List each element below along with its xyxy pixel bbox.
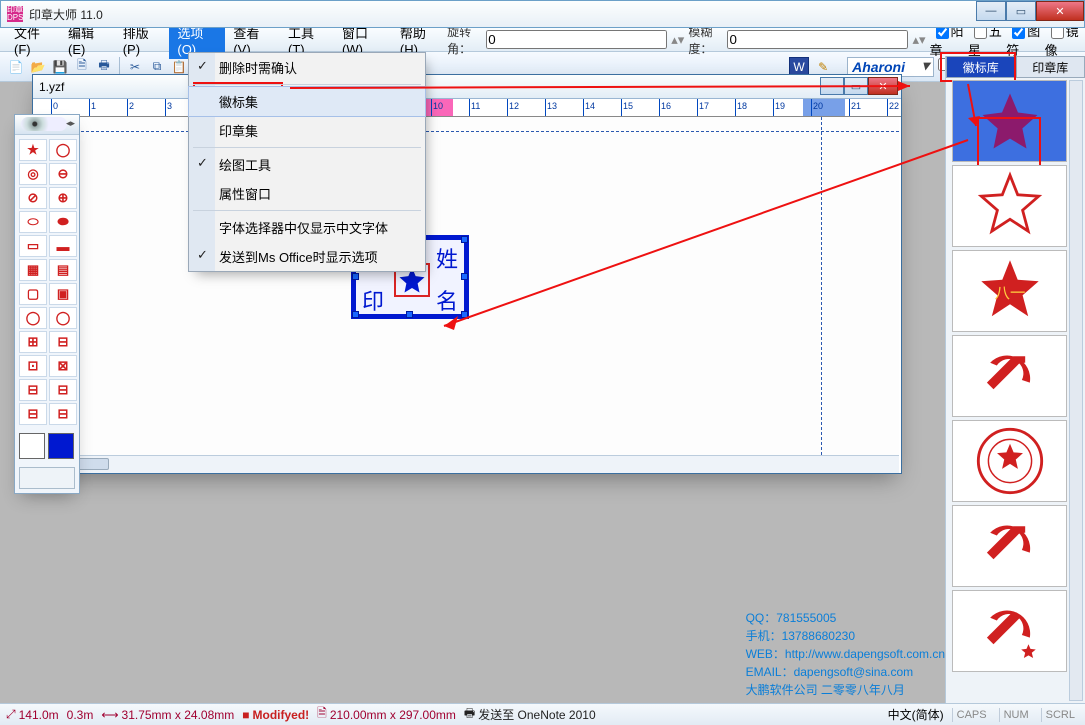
tool-rect[interactable]: ▭ — [19, 235, 47, 257]
tool-c4[interactable]: ⊕ — [49, 187, 77, 209]
hammer-sickle-icon — [977, 343, 1043, 409]
gallery-item-1[interactable] — [952, 80, 1067, 162]
tool-c6[interactable]: ◯ — [49, 307, 77, 329]
annotation-redbox-tabs — [940, 52, 1016, 82]
mi-stamp-set[interactable]: 印章集 — [189, 116, 425, 145]
doc-h-scrollbar[interactable] — [51, 455, 899, 473]
ruler-horizontal[interactable]: 012345678910111213141516171819202122 — [33, 99, 901, 117]
window-maximize-button[interactable]: ▭ — [1006, 1, 1036, 21]
annotation-redbox-star — [977, 117, 1041, 171]
eye-icon — [21, 117, 67, 131]
doc-maximize-button[interactable]: ▭ — [844, 77, 868, 95]
gallery-item-5[interactable] — [952, 420, 1067, 502]
star-army-icon: 八一 — [975, 256, 1045, 326]
hammer-sickle-star-icon — [977, 598, 1043, 664]
status-zoom: ⤢ 141.0m — [6, 707, 59, 722]
tool-circle[interactable]: ◯ — [49, 139, 77, 161]
tool-t1[interactable]: ⊞ — [19, 331, 47, 353]
tool-t2[interactable]: ⊟ — [49, 331, 77, 353]
hammer-sickle-icon — [977, 513, 1043, 579]
doc-close-button[interactable]: ✕ — [868, 77, 898, 95]
star-outline-icon — [975, 171, 1045, 241]
stamp-char-tr: 姓 — [436, 242, 458, 274]
mi-badge-set[interactable]: 徽标集 — [188, 86, 426, 117]
stamp-char-br: 名 — [436, 284, 458, 316]
status-page-size: 🗎 210.00mm x 297.00mm — [317, 704, 456, 725]
palette-preview[interactable] — [19, 467, 75, 489]
svg-text:八一: 八一 — [994, 285, 1025, 302]
status-ime: 中文(简体) — [888, 706, 944, 723]
tool-ellipse2[interactable]: ⬬ — [49, 211, 77, 233]
tab-stamp-library[interactable]: 印章库 — [1016, 56, 1085, 78]
document-filename: 1.yzf — [39, 80, 64, 94]
tool-sq2[interactable]: ▣ — [49, 283, 77, 305]
sidebar-v-scrollbar[interactable] — [1069, 80, 1083, 701]
status-pos: 0.3m — [67, 708, 94, 722]
statusbar: ⤢ 141.0m 0.3m ⟷ 31.75mm x 24.08mm ■ Modi… — [0, 703, 1085, 725]
window-titlebar: 印章DPS 印章大师 11.0 — ▭ ✕ — [0, 0, 1085, 28]
tool-t3[interactable]: ⊡ — [19, 355, 47, 377]
tool-c5[interactable]: ◯ — [19, 307, 47, 329]
tool-palette[interactable]: ◂▸ ★◯ ◎⊖ ⊘⊕ ⬭⬬ ▭▬ ▦▤ ▢▣ ◯◯ ⊞⊟ ⊡⊠ ⊟⊟ ⊟⊟ — [14, 114, 80, 494]
mi-confirm-delete[interactable]: 删除时需确认 — [189, 53, 425, 82]
mi-prop-window[interactable]: 属性窗口 — [189, 179, 425, 208]
status-scrl: SCRL — [1041, 708, 1079, 722]
status-caps: CAPS — [952, 708, 991, 722]
tool-rect2[interactable]: ▬ — [49, 235, 77, 257]
contact-info: QQ：781555005 手机：13788680230 WEB：http://w… — [746, 609, 945, 699]
tool-ring2[interactable]: ⊖ — [49, 163, 77, 185]
status-sel-size: ⟷ 31.75mm x 24.08mm — [101, 708, 234, 722]
document-titlebar[interactable]: 1.yzf — ▭ ✕ — [33, 75, 901, 99]
tool-ring[interactable]: ◎ — [19, 163, 47, 185]
status-modified: ■ Modifyed! — [242, 708, 309, 722]
tool-ellipse[interactable]: ⬭ — [19, 211, 47, 233]
mi-font-chinese-only[interactable]: 字体选择器中仅显示中文字体 — [189, 213, 425, 242]
color-blue[interactable] — [48, 433, 74, 459]
tool-grid2[interactable]: ▤ — [49, 259, 77, 281]
gallery-item-6[interactable] — [952, 505, 1067, 587]
gallery-item-3[interactable]: 八一 — [952, 250, 1067, 332]
tool-t7[interactable]: ⊟ — [19, 403, 47, 425]
mi-send-office[interactable]: 发送到Ms Office时显示选项 — [189, 242, 425, 271]
document-window: 1.yzf — ▭ ✕ 0123456789101112131415161718… — [32, 74, 902, 474]
window-minimize-button[interactable]: — — [976, 1, 1006, 21]
color-white[interactable] — [19, 433, 45, 459]
status-printer: 🖶 发送至 OneNote 2010 — [464, 704, 596, 725]
window-close-button[interactable]: ✕ — [1036, 1, 1084, 21]
sidebar: 徽标库 印章库 八一 — [945, 56, 1085, 705]
new-icon[interactable]: 📄 — [6, 57, 26, 77]
gallery-item-7[interactable] — [952, 590, 1067, 672]
tool-t8[interactable]: ⊟ — [49, 403, 77, 425]
app-logo-icon: 印章DPS — [7, 6, 23, 22]
tool-t4[interactable]: ⊠ — [49, 355, 77, 377]
options-dropdown: 删除时需确认 徽标集 印章集 绘图工具 属性窗口 字体选择器中仅显示中文字体 发… — [188, 52, 426, 272]
tool-grid1[interactable]: ▦ — [19, 259, 47, 281]
gallery-item-2[interactable] — [952, 165, 1067, 247]
blur-input[interactable] — [727, 30, 908, 49]
tool-t6[interactable]: ⊟ — [49, 379, 77, 401]
tool-c3[interactable]: ⊘ — [19, 187, 47, 209]
badge-gallery[interactable]: 八一 — [952, 80, 1067, 701]
window-title: 印章大师 11.0 — [29, 6, 103, 23]
palette-header[interactable]: ◂▸ — [15, 115, 79, 135]
tool-star[interactable]: ★ — [19, 139, 47, 161]
tool-sq[interactable]: ▢ — [19, 283, 47, 305]
stamp-char-bl: 印 — [362, 284, 384, 316]
gallery-item-4[interactable] — [952, 335, 1067, 417]
tool-t5[interactable]: ⊟ — [19, 379, 47, 401]
doc-minimize-button[interactable]: — — [820, 77, 844, 95]
canvas[interactable]: 字 姓 印 名 — [51, 117, 899, 455]
rotate-input[interactable] — [486, 30, 667, 49]
status-num: NUM — [999, 708, 1033, 722]
menubar: 文件(F) 编辑(E) 排版(P) 选项(O) 查看(V) 工具(T) 窗口(W… — [0, 28, 1085, 52]
emblem-icon — [974, 425, 1046, 497]
mi-draw-tools[interactable]: 绘图工具 — [189, 150, 425, 179]
